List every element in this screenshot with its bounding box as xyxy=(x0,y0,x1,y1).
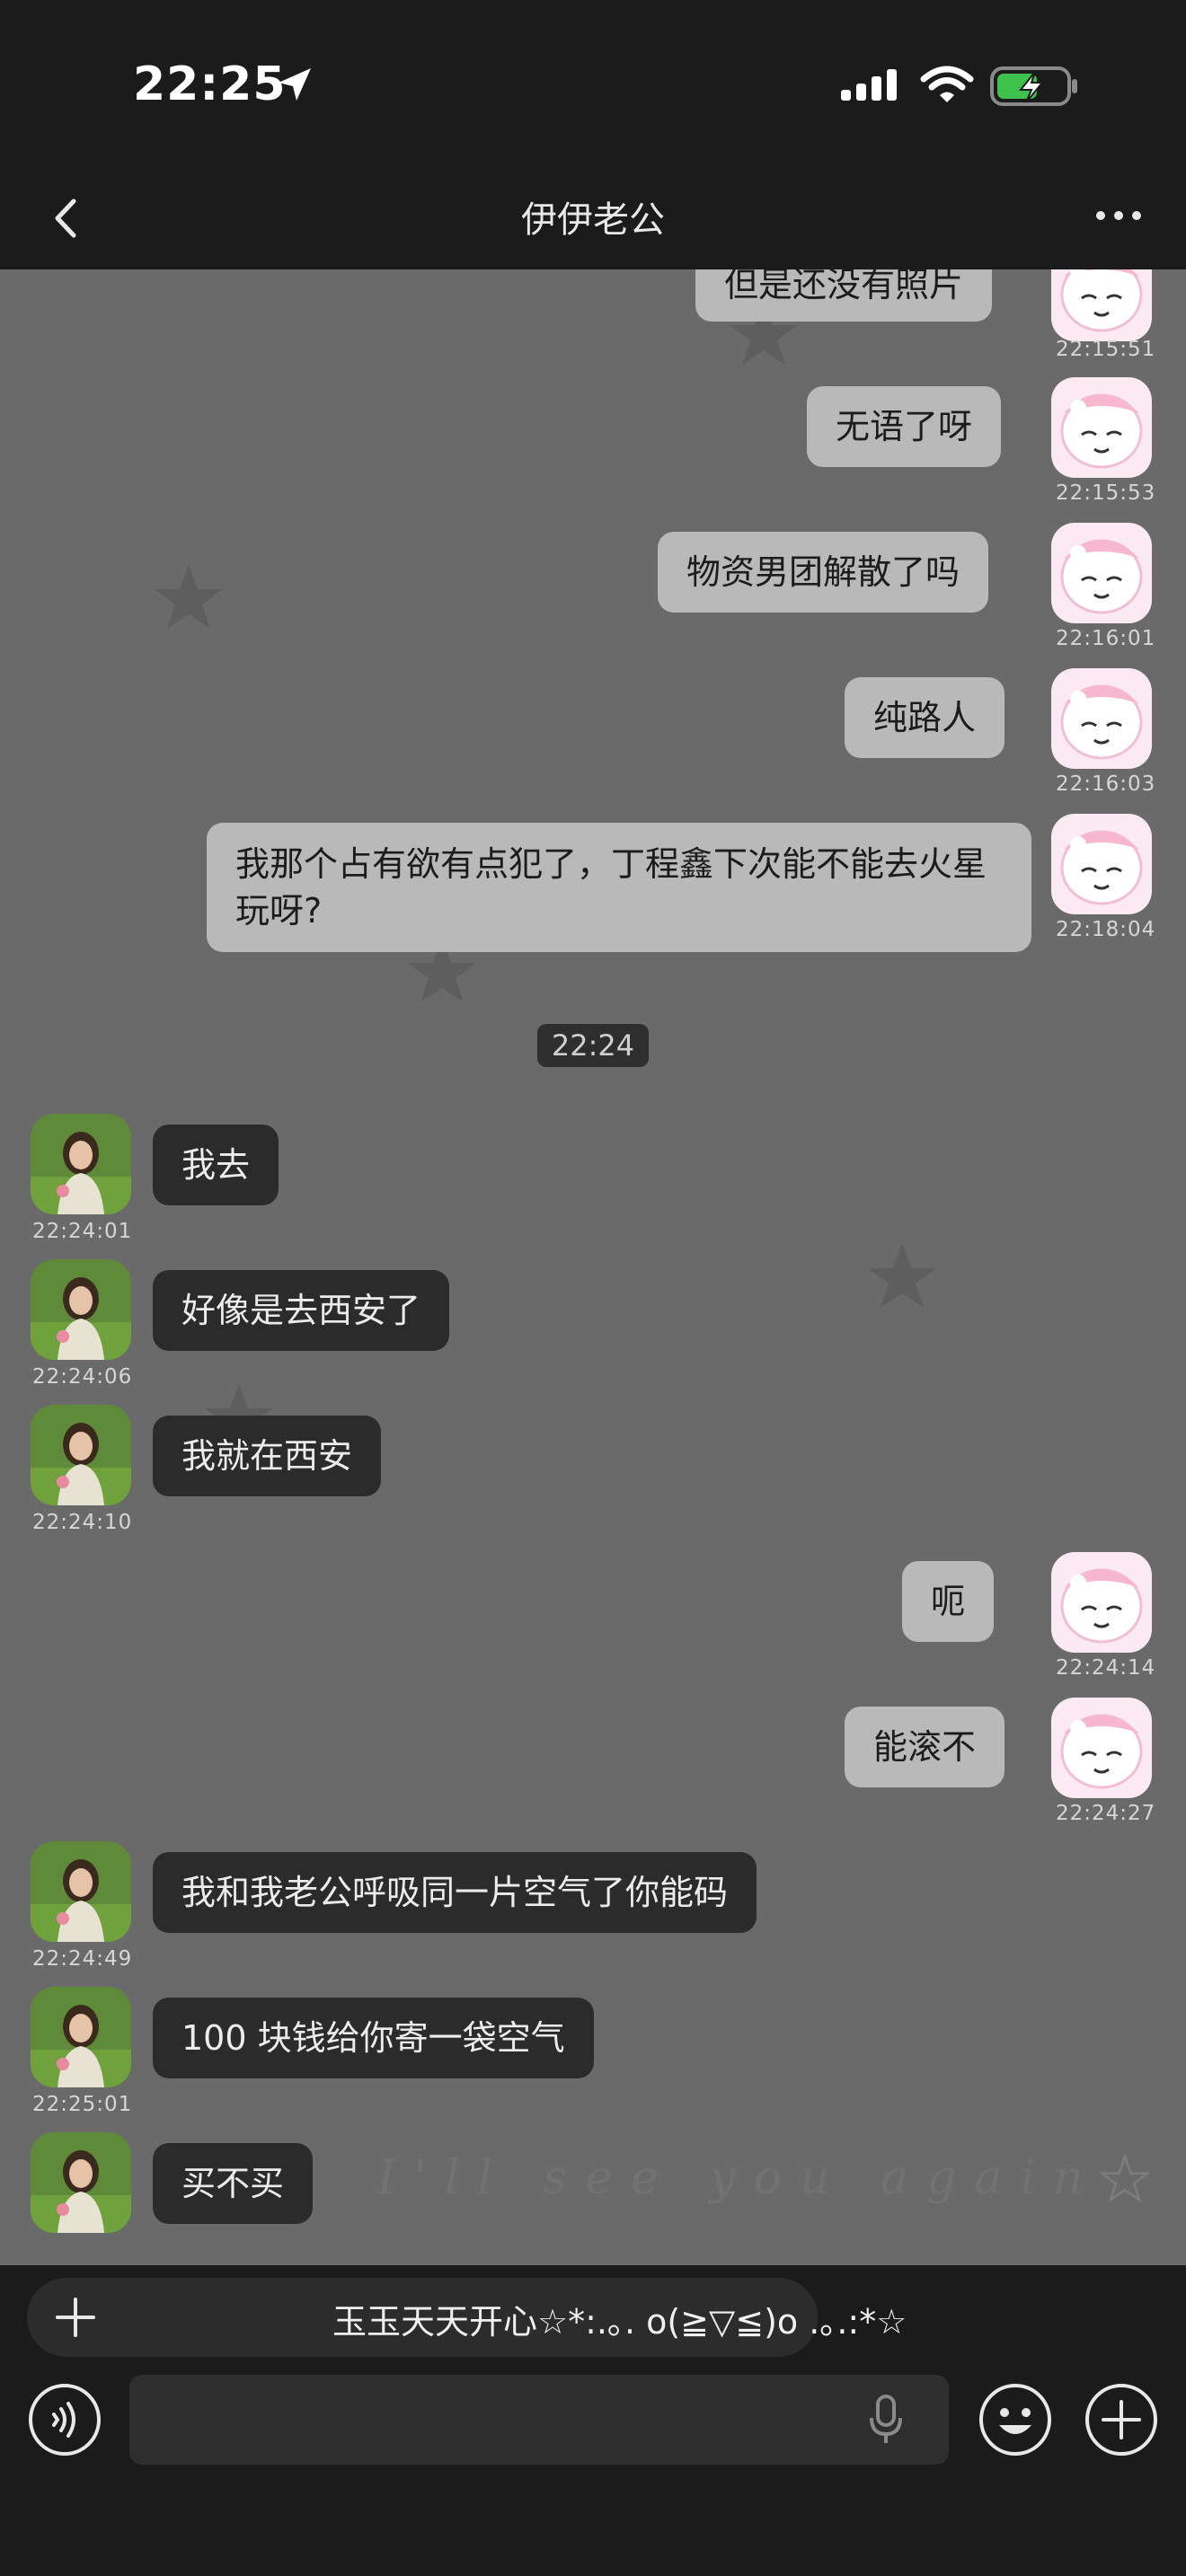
battery-charging-icon xyxy=(990,66,1077,106)
add-button[interactable] xyxy=(1084,2382,1159,2457)
message-bubble[interactable]: 我去 xyxy=(153,1125,279,1205)
chat-area[interactable]: I'll see you again 但是还没有照片 22:15:51 无语了呀… xyxy=(0,269,1186,2265)
contact-avatar[interactable] xyxy=(31,1841,131,1942)
message-timestamp: 22:24:27 xyxy=(1056,1802,1156,1825)
quick-reply-bar[interactable]: 玉玉天天开心☆*:.｡. o(≧▽≦)o .｡.:*☆ xyxy=(27,2278,907,2357)
star-decoration-icon xyxy=(1100,2154,1150,2202)
message-timestamp: 22:24:06 xyxy=(32,1365,133,1389)
contact-avatar[interactable] xyxy=(31,1987,131,2087)
location-arrow-icon xyxy=(279,68,311,101)
message-timestamp: 22:24:01 xyxy=(32,1220,133,1243)
message-bubble[interactable]: 好像是去西安了 xyxy=(153,1270,450,1351)
my-avatar[interactable] xyxy=(1051,377,1152,478)
my-avatar[interactable] xyxy=(1051,814,1152,914)
contact-avatar[interactable] xyxy=(31,1259,131,1360)
message-bubble[interactable]: 100 块钱给你寄一袋空气 xyxy=(153,1998,594,2078)
message-timestamp: 22:24:10 xyxy=(32,1511,133,1534)
message-bubble[interactable]: 我就在西安 xyxy=(153,1416,382,1496)
message-timestamp: 22:16:01 xyxy=(1056,627,1156,650)
message-input[interactable] xyxy=(129,2375,949,2465)
status-bar: 22:25 xyxy=(0,0,1186,162)
time-divider: 22:24 xyxy=(537,1024,649,1067)
message-bubble[interactable]: 但是还没有照片 xyxy=(695,269,993,322)
message-bubble[interactable]: 呃 xyxy=(902,1561,995,1642)
cellular-signal-icon xyxy=(841,69,897,101)
wifi-icon xyxy=(920,66,974,102)
message-timestamp: 22:24:49 xyxy=(32,1947,133,1971)
message-bubble[interactable]: 我那个占有欲有点犯了，丁程鑫下次能不能去火星玩呀? xyxy=(207,823,1031,952)
star-decoration-icon xyxy=(155,564,223,629)
contact-avatar[interactable] xyxy=(31,1114,131,1214)
my-avatar[interactable] xyxy=(1051,668,1152,769)
my-avatar[interactable] xyxy=(1051,1698,1152,1798)
message-bubble[interactable]: 物资男团解散了吗 xyxy=(658,532,989,613)
quick-reply-text[interactable]: 玉玉天天开心☆*:.｡. o(≧▽≦)o .｡.:*☆ xyxy=(332,2294,907,2343)
my-avatar[interactable] xyxy=(1051,1552,1152,1653)
message-timestamp: 22:24:14 xyxy=(1056,1656,1156,1680)
emoji-button[interactable] xyxy=(978,2382,1053,2457)
my-avatar[interactable] xyxy=(1051,523,1152,623)
message-timestamp: 22:15:53 xyxy=(1056,481,1156,505)
contact-avatar[interactable] xyxy=(31,1405,131,1505)
message-bubble[interactable]: 纯路人 xyxy=(845,677,1005,758)
chat-title: 伊伊老公 xyxy=(521,199,665,241)
plus-icon[interactable] xyxy=(52,2294,99,2341)
message-timestamp: 22:18:04 xyxy=(1056,918,1156,941)
message-bubble[interactable]: 我和我老公呼吸同一片空气了你能码 xyxy=(153,1852,757,1933)
nav-bar: 伊伊老公 xyxy=(0,162,1186,269)
message-timestamp: 22:15:51 xyxy=(1056,338,1156,361)
more-options-button[interactable] xyxy=(1087,198,1150,234)
voice-input-button[interactable] xyxy=(27,2382,102,2457)
message-bubble[interactable]: 能滚不 xyxy=(845,1707,1005,1787)
message-timestamp: 22:16:03 xyxy=(1056,772,1156,796)
star-decoration-icon xyxy=(868,1243,936,1308)
status-time: 22:25 xyxy=(133,57,287,111)
message-bubble[interactable]: 买不买 xyxy=(153,2143,314,2224)
contact-avatar[interactable] xyxy=(31,2132,131,2233)
my-avatar[interactable] xyxy=(1051,269,1152,341)
message-bubble[interactable]: 无语了呀 xyxy=(807,386,1002,467)
background-watermark-text: I'll see you again xyxy=(377,2151,1102,2205)
microphone-icon[interactable] xyxy=(866,2395,906,2445)
message-timestamp: 22:25:01 xyxy=(32,2093,133,2116)
